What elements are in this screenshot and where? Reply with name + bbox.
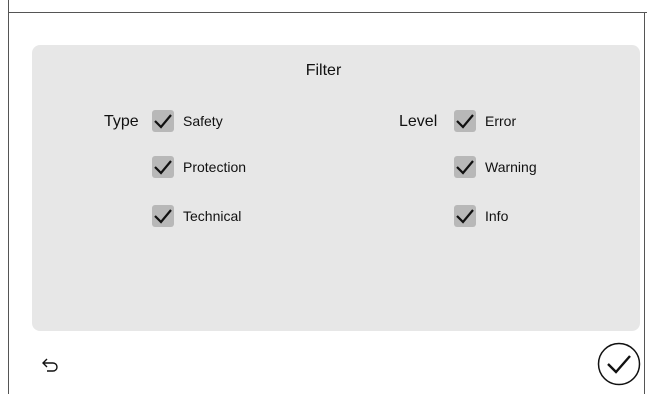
checkmark-icon [154,160,172,175]
safety-label: Safety [183,113,223,129]
checkbox-error[interactable] [454,110,476,132]
warning-label: Warning [485,159,537,175]
back-button[interactable] [36,350,66,380]
undo-arrow-icon [42,358,58,372]
checkbox-protection[interactable] [152,156,174,178]
filter-panel [32,45,640,331]
checkbox-info[interactable] [454,205,476,227]
level-option-info[interactable]: Info [454,205,508,227]
checkmark-icon [154,114,172,129]
error-label: Error [485,113,517,129]
level-option-error[interactable]: Error [454,110,516,132]
checkmark-icon [456,160,474,175]
frame-top-border [8,12,647,13]
info-label: Info [485,208,509,224]
checkmark-icon [456,114,474,129]
filter-title: Filter [305,62,342,79]
level-option-warning[interactable]: Warning [454,156,537,178]
level-group-label: Level [399,113,438,130]
technical-label: Technical [183,208,242,224]
type-option-safety[interactable]: Safety [152,110,223,132]
type-option-protection[interactable]: Protection [152,156,246,178]
checkbox-technical[interactable] [152,205,174,227]
checkbox-warning[interactable] [454,156,476,178]
protection-label: Protection [183,159,247,175]
frame-left-border [8,0,9,394]
checkmark-icon [154,209,172,224]
type-group-label: Type [104,113,139,130]
checkmark-icon [456,209,474,224]
confirm-button[interactable] [597,342,641,386]
check-circle-icon [597,342,641,386]
type-option-technical[interactable]: Technical [152,205,241,227]
checkbox-safety[interactable] [152,110,174,132]
